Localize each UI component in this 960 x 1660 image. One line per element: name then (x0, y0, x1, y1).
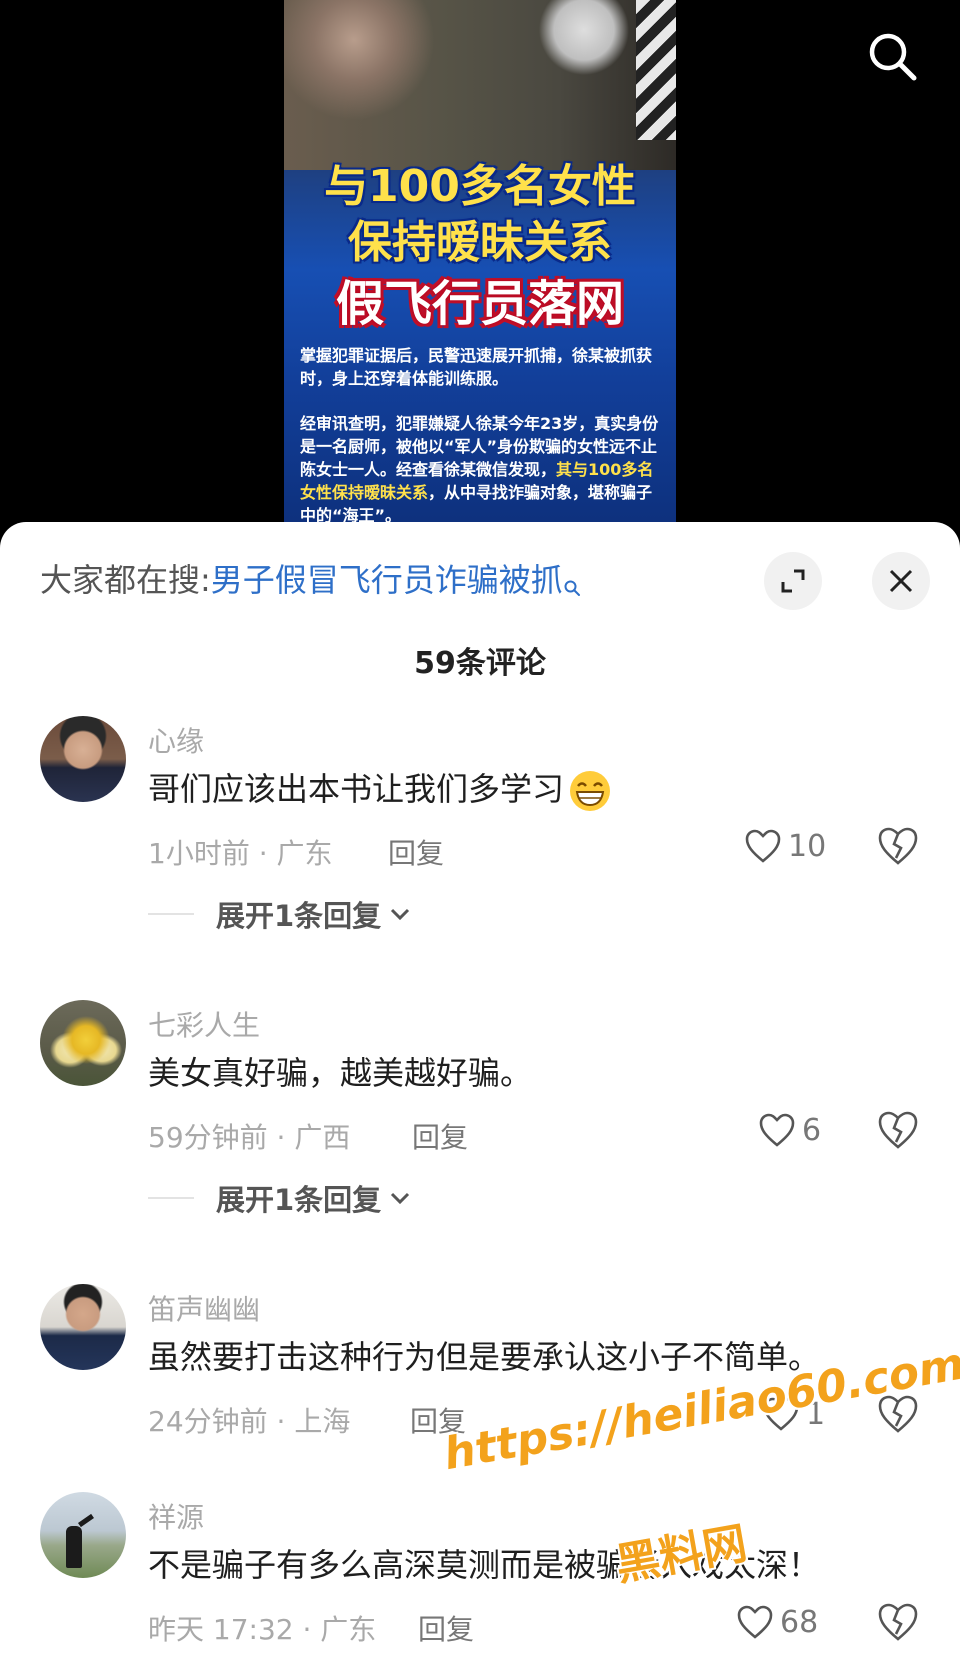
heart-icon (745, 829, 781, 863)
search-icon[interactable] (864, 28, 920, 84)
like-count: 6 (802, 1112, 822, 1148)
divider (148, 1197, 194, 1199)
video-stripes (636, 0, 676, 140)
like-button[interactable]: 1 (762, 1392, 825, 1436)
reply-button[interactable]: 回复 (418, 1608, 474, 1648)
comment-count: 59条评论 (414, 646, 546, 681)
comment-username[interactable]: 心缘 (148, 720, 204, 760)
comment-text: 虽然要打击这种行为但是要承认这小子不简单。 (148, 1338, 821, 1376)
reply-button[interactable]: 回复 (388, 832, 444, 872)
chevron-down-icon (391, 1192, 410, 1205)
comment-meta: 24分钟前 · 上海 (148, 1405, 351, 1438)
like-button[interactable]: 10 (744, 824, 826, 868)
video-frame[interactable]: 与100多名女性 保持暧昧关系 假飞行员落网 掌握犯罪证据后，民警迅速展开抓捕，… (284, 0, 676, 540)
heart-icon (737, 1605, 773, 1639)
trending-search-query[interactable]: 男子假冒飞行员诈骗被抓 (211, 561, 563, 599)
comment-text-body: 哥们应该出本书让我们多学习 (148, 770, 565, 808)
comment-meta: 昨天 17:32 · 广东 (148, 1613, 377, 1646)
comment-username[interactable]: 笛声幽幽 (148, 1288, 260, 1328)
comment-meta: 1小时前 · 广东 (148, 837, 333, 870)
heart-icon (763, 1397, 799, 1431)
video-paragraph-2: 经审讯查明，犯罪嫌疑人徐某今年23岁，真实身份是一名厨师，被他以“军人”身份欺骗… (300, 412, 662, 527)
chevron-down-icon (391, 908, 410, 921)
comment-text: 美女真好骗，越美越好骗。 (148, 1054, 533, 1092)
close-button[interactable] (872, 552, 930, 610)
heart-icon (759, 1113, 795, 1147)
reply-button[interactable]: 回复 (412, 1116, 468, 1156)
expand-button[interactable] (764, 552, 822, 610)
comments-sheet: 大家都在搜:男子假冒飞行员诈骗被抓 59条评论 心缘 哥们应该出本书让我们多学习… (0, 522, 960, 1660)
comment-meta: 59分钟前 · 广西 (148, 1121, 351, 1154)
expand-replies-label: 展开1条回复 (216, 899, 382, 933)
grin-emoji-icon (568, 769, 612, 813)
close-icon (889, 569, 913, 593)
trending-search-prefix: 大家都在搜: (40, 561, 211, 599)
reply-button[interactable]: 回复 (410, 1400, 466, 1440)
avatar[interactable] (40, 1492, 126, 1578)
comment-username[interactable]: 七彩人生 (148, 1004, 260, 1044)
broken-heart-icon[interactable] (876, 824, 920, 868)
like-count: 10 (788, 828, 827, 864)
expand-icon (781, 569, 805, 593)
like-count: 1 (806, 1396, 826, 1432)
comment-text: 哥们应该出本书让我们多学习 (148, 764, 612, 813)
avatar[interactable] (40, 716, 126, 802)
trending-search[interactable]: 大家都在搜:男子假冒飞行员诈骗被抓 (40, 558, 581, 602)
broken-heart-icon[interactable] (876, 1600, 920, 1644)
expand-replies-label: 展开1条回复 (216, 1183, 382, 1217)
video-title-line2: 保持暧昧关系 (348, 217, 612, 268)
search-icon (563, 564, 581, 596)
divider (148, 913, 194, 915)
comment-username[interactable]: 祥源 (148, 1496, 204, 1536)
like-count: 68 (780, 1604, 819, 1640)
video-paragraph-1: 掌握犯罪证据后，民警迅速展开抓捕，徐某被抓获时，身上还穿着体能训练服。 (300, 346, 653, 388)
video-title-line3: 假飞行员落网 (335, 276, 624, 332)
avatar-figure (66, 1526, 82, 1568)
like-button[interactable]: 68 (736, 1600, 818, 1644)
broken-heart-icon[interactable] (876, 1392, 920, 1436)
video-photo (284, 0, 676, 170)
video-player[interactable]: 与100多名女性 保持暧昧关系 假飞行员落网 掌握犯罪证据后，民警迅速展开抓捕，… (0, 0, 960, 540)
avatar[interactable] (40, 1000, 126, 1086)
expand-replies[interactable]: 展开1条回复 (148, 1178, 411, 1218)
expand-replies[interactable]: 展开1条回复 (148, 894, 411, 934)
video-title-line1: 与100多名女性 (324, 161, 636, 212)
avatar[interactable] (40, 1284, 126, 1370)
avatar-figure-arm (78, 1513, 94, 1528)
broken-heart-icon[interactable] (876, 1108, 920, 1152)
like-button[interactable]: 6 (758, 1108, 821, 1152)
